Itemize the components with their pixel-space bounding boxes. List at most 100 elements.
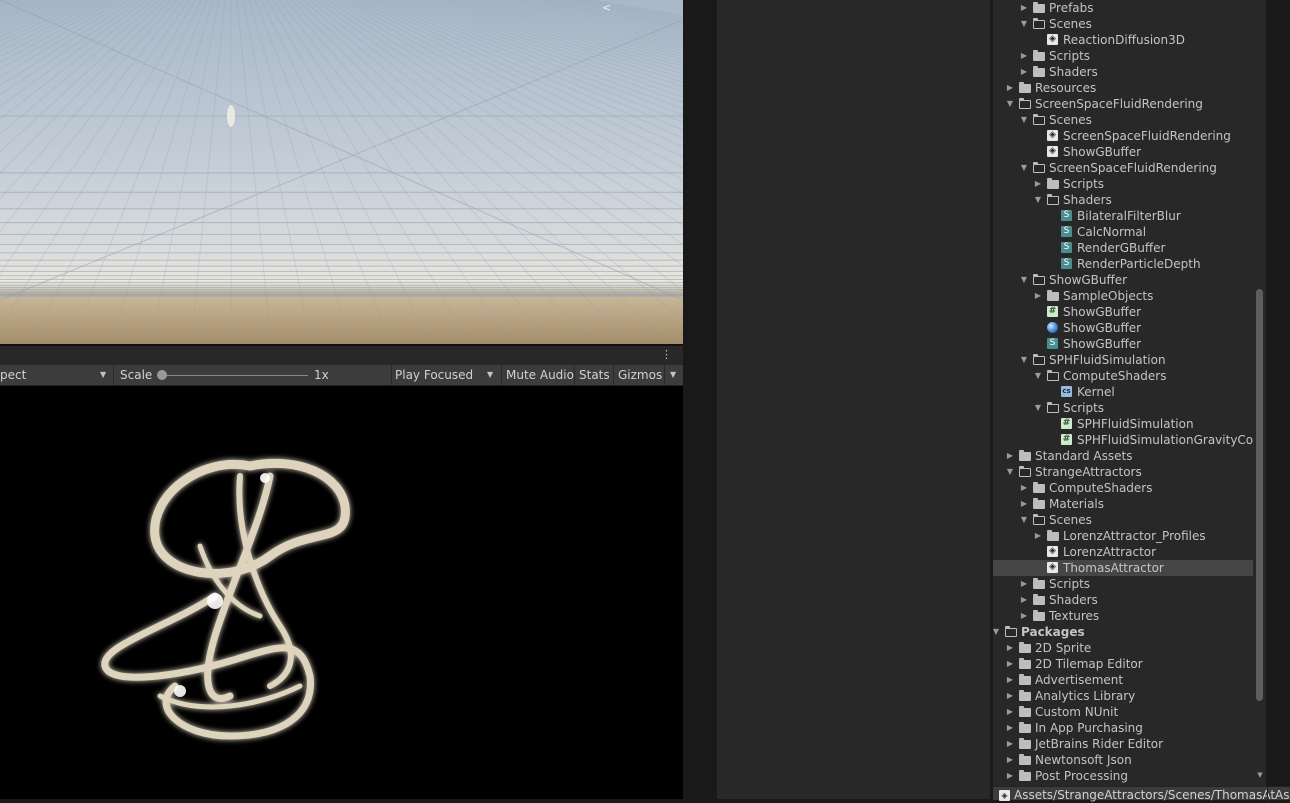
project-tree-row[interactable]: ▶ In App Purchasing [993,720,1253,736]
collapse-right-arrow-icon[interactable]: ▶ [1032,528,1044,544]
project-tree-row[interactable]: ◈ ScreenSpaceFluidRendering [993,128,1253,144]
asset-path: Assets/StrangeAttractors/Scenes/ThomasAt [1014,788,1276,802]
project-tree-row[interactable]: ▶ JetBrains Rider Editor [993,736,1253,752]
expand-down-arrow-icon[interactable]: ▼ [1004,464,1016,480]
project-tree-row[interactable]: ▶ SampleObjects [993,288,1253,304]
collapse-right-arrow-icon[interactable]: ▶ [1032,176,1044,192]
expand-down-arrow-icon[interactable]: ▼ [1018,160,1030,176]
project-tree-row[interactable]: ▼ ComputeShaders [993,368,1253,384]
expand-down-arrow-icon[interactable]: ▼ [1032,368,1044,384]
game-view[interactable] [0,386,683,799]
project-tree-row[interactable]: ◈ ShowGBuffer [993,144,1253,160]
project-tree-row[interactable]: ▼ Scenes [993,112,1253,128]
project-tree-row[interactable]: ▶ Prefabs [993,0,1253,16]
project-tree-row[interactable]: ▶ ComputeShaders [993,480,1253,496]
scroll-down-arrow-icon[interactable]: ▼ [1256,770,1264,780]
collapse-right-arrow-icon[interactable]: ▶ [1004,768,1016,784]
project-tree-row[interactable]: ▼ ScreenSpaceFluidRendering [993,160,1253,176]
expand-down-arrow-icon[interactable]: ▼ [1018,352,1030,368]
expand-down-arrow-icon[interactable]: ▼ [1018,16,1030,32]
project-tree-row[interactable]: S BilateralFilterBlur [993,208,1253,224]
project-tree-row[interactable]: ▶ Materials [993,496,1253,512]
collapse-right-arrow-icon[interactable]: ▶ [1018,496,1030,512]
project-tree-row[interactable]: ▶ Newtonsoft Json [993,752,1253,768]
scale-slider-track[interactable] [160,375,308,376]
collapse-right-arrow-icon[interactable]: ▶ [1004,656,1016,672]
collapse-right-arrow-icon[interactable]: ▶ [1004,672,1016,688]
expand-down-arrow-icon[interactable]: ▼ [1032,400,1044,416]
project-tree-row[interactable]: ▶ Textures [993,608,1253,624]
collapse-right-arrow-icon[interactable]: ▶ [1032,288,1044,304]
collapse-right-arrow-icon[interactable]: ▶ [1004,640,1016,656]
expand-down-arrow-icon[interactable]: ▼ [1004,96,1016,112]
project-tree-row[interactable]: S RenderGBuffer [993,240,1253,256]
project-tree-row[interactable]: ▶ Scripts [993,176,1253,192]
project-tree-row[interactable]: ▼ Scripts [993,400,1253,416]
collapse-right-arrow-icon[interactable]: ▶ [1018,48,1030,64]
project-tree-row[interactable]: ▼ ScreenSpaceFluidRendering [993,96,1253,112]
project-tree-row[interactable]: ▶ Standard Assets [993,448,1253,464]
project-tree-row[interactable]: cs Kernel [993,384,1253,400]
collapse-right-arrow-icon[interactable]: ▶ [1018,64,1030,80]
project-tree-row[interactable]: ▼ Packages [993,624,1253,640]
project-tree-row[interactable]: ▼ StrangeAttractors [993,464,1253,480]
play-mode-caret-icon[interactable]: ▼ [487,365,493,385]
kebab-menu-icon[interactable]: ⋮ [661,348,672,362]
expand-down-arrow-icon[interactable]: ▼ [1032,192,1044,208]
collapse-right-arrow-icon[interactable]: ▶ [1004,688,1016,704]
project-tree-row[interactable]: # SPHFluidSimulation [993,416,1253,432]
scene-view[interactable]: < [0,0,683,344]
aspect-dropdown-caret-icon[interactable]: ▼ [100,365,106,385]
project-tree-row[interactable]: ▼ SPHFluidSimulation [993,352,1253,368]
project-tree-row[interactable]: ▶ Advertisement [993,672,1253,688]
project-scrollbar-thumb[interactable] [1256,289,1263,701]
project-tree-row[interactable]: S RenderParticleDepth [993,256,1253,272]
project-tree-row[interactable]: ◈ ThomasAttractor [993,560,1253,576]
project-tree-row[interactable]: S CalcNormal [993,224,1253,240]
project-tree-row[interactable]: ▶ 2D Tilemap Editor [993,656,1253,672]
project-tree-row[interactable]: ▶ LorenzAttractor_Profiles [993,528,1253,544]
collapse-right-arrow-icon[interactable]: ▶ [1018,480,1030,496]
collapse-right-arrow-icon[interactable]: ▶ [1004,704,1016,720]
project-tree-row[interactable]: ▶ Analytics Library [993,688,1253,704]
project-tree-row[interactable]: ▶ Resources [993,80,1253,96]
project-tree-row[interactable]: ▼ ShowGBuffer [993,272,1253,288]
expand-down-arrow-icon[interactable]: ▼ [1018,512,1030,528]
project-tree-row[interactable]: ▶ 2D Sprite [993,640,1253,656]
expand-down-arrow-icon[interactable]: ▼ [1018,112,1030,128]
gizmos-toggle[interactable]: Gizmos [618,365,662,385]
project-tree-row[interactable]: ▶ Shaders [993,592,1253,608]
project-tree-row[interactable]: ShowGBuffer [993,320,1253,336]
expand-down-arrow-icon[interactable]: ▼ [993,624,1002,640]
project-tree-row[interactable]: ◈ LorenzAttractor [993,544,1253,560]
collapse-right-arrow-icon[interactable]: ▶ [1004,736,1016,752]
project-tree-row[interactable]: # SPHFluidSimulationGravityCo [993,432,1253,448]
collapse-right-arrow-icon[interactable]: ▶ [1018,592,1030,608]
project-tree-row[interactable]: ▶ Post Processing [993,768,1253,784]
project-scrollbar[interactable]: ▼ [1254,0,1266,786]
project-tree-row[interactable]: ◈ ReactionDiffusion3D [993,32,1253,48]
project-tree-row[interactable]: ▶ Shaders [993,64,1253,80]
collapse-right-arrow-icon[interactable]: ▶ [1018,608,1030,624]
project-tree-row[interactable]: # ShowGBuffer [993,304,1253,320]
collapse-right-arrow-icon[interactable]: ▶ [1004,752,1016,768]
collapse-right-arrow-icon[interactable]: ▶ [1018,0,1030,16]
expand-down-arrow-icon[interactable]: ▼ [1018,272,1030,288]
project-tree-row[interactable]: ▶ Custom NUnit [993,704,1253,720]
project-tree-row[interactable]: ▼ Scenes [993,512,1253,528]
gizmos-caret-icon[interactable]: ▼ [670,365,676,385]
project-tree-row[interactable]: ▼ Scenes [993,16,1253,32]
project-tree-row[interactable]: ▼ Shaders [993,192,1253,208]
scale-slider-knob[interactable] [157,370,167,380]
collapse-right-arrow-icon[interactable]: ▶ [1004,80,1016,96]
project-tree-row[interactable]: ▶ Scripts [993,48,1253,64]
collapse-right-arrow-icon[interactable]: ▶ [1018,576,1030,592]
stats-toggle[interactable]: Stats [579,365,610,385]
aspect-dropdown-label[interactable]: pect [0,365,26,385]
mute-audio-toggle[interactable]: Mute Audio [506,365,574,385]
play-mode-dropdown[interactable]: Play Focused [395,365,473,385]
collapse-right-arrow-icon[interactable]: ▶ [1004,448,1016,464]
project-tree-row[interactable]: ▶ Scripts [993,576,1253,592]
collapse-right-arrow-icon[interactable]: ▶ [1004,720,1016,736]
project-tree-row[interactable]: S ShowGBuffer [993,336,1253,352]
